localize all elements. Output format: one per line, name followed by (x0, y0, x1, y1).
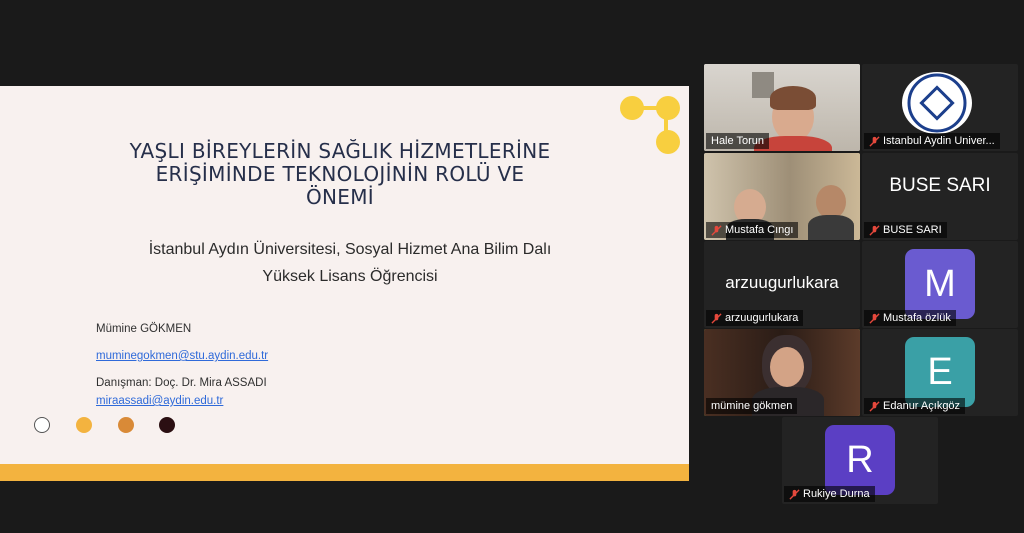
participant-name-tag: Rukiye Durna (784, 486, 875, 502)
participant-display-name: BUSE SARI (889, 175, 991, 196)
participant-name: Edanur Açıkgöz (883, 400, 961, 412)
participant-face (770, 347, 804, 387)
participant-display-name: arzuugurlukara (725, 273, 839, 292)
participant-name: Mustafa Cıngı (725, 224, 794, 236)
mic-muted-icon (789, 488, 800, 500)
decoration-circle (620, 96, 644, 120)
participant-name: Hale Torun (711, 135, 764, 147)
university-logo-icon (907, 73, 967, 133)
decoration-dot (76, 417, 92, 433)
participant-name-tag: Mustafa özlük (864, 310, 956, 326)
decoration-circle (656, 130, 680, 154)
decoration-dot (159, 417, 175, 433)
participant-name: Rukiye Durna (803, 488, 870, 500)
decoration-dot (34, 417, 50, 433)
degree-text: Yüksek Lisans Öğrencisi (262, 268, 438, 285)
participant-name-tag: Hale Torun (706, 133, 769, 149)
slide-title-line: ERİŞİMİNDE TEKNOLOJİNİN ROLÜ VE (155, 162, 525, 186)
participant-avatar: M (905, 249, 975, 319)
decoration-circle (656, 96, 680, 120)
slide-title-line: ÖNEMİ (306, 185, 374, 209)
mic-muted-icon (869, 400, 880, 412)
slide-title: YAŞLI BİREYLERİN SAĞLIK HİZMETLERİNE ERİ… (70, 140, 610, 209)
author-email-link[interactable]: muminegokmen@stu.aydin.edu.tr (96, 350, 268, 362)
participant-name: Istanbul Aydin Univer... (883, 135, 995, 147)
participant-name-tag: arzuugurlukara (706, 310, 804, 326)
participant-face (816, 185, 846, 219)
university-logo (902, 72, 972, 134)
mic-muted-icon (711, 312, 722, 324)
participant-tile[interactable]: R Rukiye Durna (782, 417, 938, 504)
mic-muted-icon (869, 312, 880, 324)
participant-tile[interactable]: Istanbul Aydin Univer... (862, 64, 1018, 151)
advisor-email-link[interactable]: miraassadi@aydin.edu.tr (96, 395, 223, 407)
decoration-dot (118, 417, 134, 433)
slide-footer-bar (0, 464, 689, 481)
mic-muted-icon (869, 224, 880, 236)
participant-name-tag: mümine gökmen (706, 398, 798, 414)
participant-name-tag: Istanbul Aydin Univer... (864, 133, 1000, 149)
participant-name-tag: Mustafa Cıngı (706, 222, 799, 238)
participant-name: mümine gökmen (711, 400, 793, 412)
mic-muted-icon (869, 135, 880, 147)
author-name: Mümine GÖKMEN (96, 323, 192, 335)
participant-tile-active-speaker[interactable]: mümine gökmen (704, 329, 860, 416)
participant-name-tag: BUSE SARI (864, 222, 947, 238)
participant-tile[interactable]: E Edanur Açıkgöz (862, 329, 1018, 416)
participant-tile[interactable]: BUSE SARI BUSE SARI (862, 153, 1018, 240)
mic-muted-icon (711, 224, 722, 236)
participant-name: BUSE SARI (883, 224, 942, 236)
advisor-text: Danışman: Doç. Dr. Mira ASSADI (96, 377, 267, 389)
participant-hair (770, 86, 816, 110)
participant-tile[interactable]: arzuugurlukara arzuugurlukara (704, 241, 860, 328)
participant-tile[interactable]: Hale Torun (704, 64, 860, 151)
participant-name-tag: Edanur Açıkgöz (864, 398, 966, 414)
participant-name: arzuugurlukara (725, 312, 799, 324)
university-text: İstanbul Aydın Üniversitesi, Sosyal Hizm… (148, 241, 552, 258)
participant-name: Mustafa özlük (883, 312, 951, 324)
participant-avatar: E (905, 337, 975, 407)
participant-tile[interactable]: Mustafa Cıngı (704, 153, 860, 240)
participant-body (808, 215, 854, 240)
participant-tile[interactable]: M Mustafa özlük (862, 241, 1018, 328)
slide-title-line: YAŞLI BİREYLERİN SAĞLIK HİZMETLERİNE (129, 139, 551, 163)
participant-avatar: R (825, 425, 895, 495)
shared-screen-slide: YAŞLI BİREYLERİN SAĞLIK HİZMETLERİNE ERİ… (0, 86, 689, 481)
